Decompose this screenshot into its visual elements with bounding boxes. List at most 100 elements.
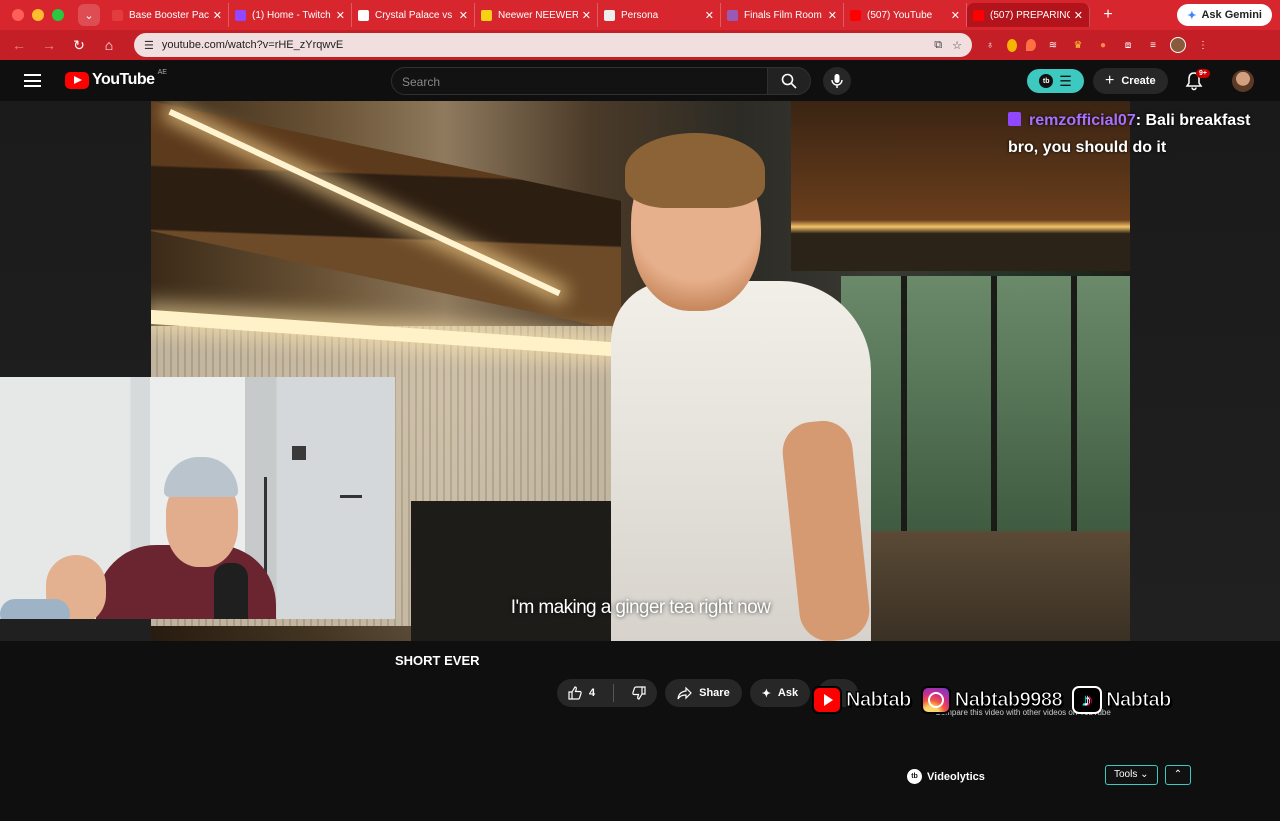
bookmark-star-icon[interactable]: ☆ [952,39,962,52]
foreground-object [0,599,70,619]
instagram-handle-text: Nabtab9988 [954,688,1063,711]
browser-tab-strip: ⌄ Base Booster Pac ✕ (1) Home - Twitch ✕ Cry… [0,0,1280,30]
tab-title: Finals Film Room [744,9,822,21]
youtube-logo-icon [812,686,842,714]
browser-tab[interactable]: Neewer NEEWER ✕ [475,3,598,27]
profile-avatar[interactable] [1170,37,1186,53]
thumbs-down-icon [632,686,646,700]
extension-crown-icon[interactable]: ♛ [1070,37,1086,53]
forward-arrow-icon[interactable]: → [38,37,60,53]
like-button[interactable]: 4 [557,679,606,707]
search-input[interactable]: Search [391,67,768,95]
notification-count-badge: 9+ [1196,69,1210,78]
tab-close-icon[interactable]: ✕ [213,9,222,22]
ask-gemini-label: Ask Gemini [1201,9,1262,21]
site-info-icon[interactable]: ☰ [144,39,154,52]
tab-favicon-icon [235,9,246,21]
browser-tab[interactable]: Base Booster Pac ✕ [106,3,229,27]
tools-dropdown[interactable]: Tools ⌄ [1105,765,1158,785]
chevron-down-icon: ⌄ [1140,769,1149,780]
browser-tab[interactable]: Persona ✕ [598,3,721,27]
extensions-row: ♁ ≋ ♛ ● ⧈ ≡ ⋮ [982,30,1211,60]
account-avatar[interactable] [1232,70,1254,92]
browser-tab[interactable]: Crystal Palace vs ✕ [352,3,475,27]
videolytics-header-button[interactable]: tb ☰ [1027,69,1084,93]
tab-close-icon[interactable]: ✕ [951,9,960,22]
tab-close-icon[interactable]: ✕ [582,9,591,22]
tab-title: Persona [621,9,659,21]
streamer-webcam [0,377,395,619]
chat-username: remzofficial07 [1029,112,1136,129]
browser-tab[interactable]: (1) Home - Twitch ✕ [229,3,352,27]
browser-tab[interactable]: Finals Film Room ✕ [721,3,844,27]
minimize-window-button[interactable] [32,9,44,21]
new-tab-button[interactable]: + [1098,6,1118,24]
extensions-puzzle-icon[interactable]: ⧈ [1120,37,1136,53]
tab-favicon-icon [850,9,861,21]
twitch-icon [1008,112,1021,126]
create-button[interactable]: + Create [1093,68,1168,94]
youtube-handle-text: Nabtab [846,688,912,711]
browser-tab[interactable]: (507) YouTube ✕ [844,3,967,27]
tab-favicon-icon [358,9,369,21]
tab-favicon-icon [604,9,615,21]
dislike-button[interactable] [621,679,657,707]
browser-menu-icon[interactable]: ⋮ [1195,37,1211,53]
instagram-handle: Nabtab9988 [920,686,1063,714]
voice-search-button[interactable] [823,67,851,95]
share-button[interactable]: Share [665,679,742,707]
ask-gemini-button[interactable]: ✦ Ask Gemini [1177,4,1272,26]
extension-shield-icon[interactable] [1007,38,1017,52]
home-icon[interactable]: ⌂ [98,37,120,53]
tiktok-logo-icon: ♪ [1072,686,1103,714]
media-controls-icon[interactable]: ≡ [1145,37,1161,53]
close-window-button[interactable] [12,9,24,21]
video-person [611,133,873,641]
tiktok-handle-text: Nabtab [1106,688,1172,711]
maximize-window-button[interactable] [52,9,64,21]
door-handle [340,495,362,498]
reload-icon[interactable]: ↻ [68,37,90,54]
ask-button[interactable]: ✦ Ask [749,679,811,707]
create-label: Create [1121,75,1156,87]
browser-tab[interactable]: (507) PREPARING ✕ [967,3,1090,27]
tab-close-icon[interactable]: ✕ [705,9,714,22]
tab-close-icon[interactable]: ✕ [336,9,345,22]
address-bar[interactable]: ☰ youtube.com/watch?v=rHE_zYrqwvE ⧉ ☆ [134,33,972,57]
back-arrow-icon[interactable]: ← [8,37,30,53]
videolytics-logo-icon: tb [907,769,922,784]
menu-lines-icon: ☰ [1059,72,1072,89]
extension-bulb-icon[interactable]: ♁ [982,37,998,53]
wall-switch [292,446,306,460]
tab-favicon-icon [112,9,123,21]
search-button[interactable] [767,67,811,95]
extension-pepper-icon[interactable]: ● [1095,37,1111,53]
videolytics-header: tb Videolytics [907,769,985,784]
youtube-handle: Nabtab [812,686,912,714]
tab-favicon-icon [481,9,492,21]
url-text[interactable]: youtube.com/watch?v=rHE_zYrqwvE [162,39,924,51]
country-code: AE [157,68,167,76]
like-dislike-group: 4 [557,679,658,707]
tab-close-icon[interactable]: ✕ [1074,9,1083,22]
videolytics-name: Videolytics [927,770,985,783]
instagram-logo-icon [920,686,951,714]
youtube-logo[interactable]: YouTube AE [65,68,167,89]
tab-title: Crystal Palace vs [375,9,453,21]
install-app-icon[interactable]: ⧉ [934,39,942,52]
collapse-chevron-up-icon[interactable]: ⌃ [1165,765,1191,785]
thumbs-up-icon [568,686,582,700]
extension-drop-icon[interactable] [1026,39,1036,51]
stage-right-panel [1130,101,1280,641]
window-controls [12,9,64,21]
tab-close-icon[interactable]: ✕ [828,9,837,22]
tab-favicon-icon [727,9,738,21]
tab-title: Neewer NEEWER [498,9,578,21]
guide-menu-icon[interactable] [24,74,41,87]
tab-search-dropdown-icon[interactable]: ⌄ [78,4,100,26]
extension-waves-icon[interactable]: ≋ [1045,37,1061,53]
microphone-icon [831,74,843,88]
tools-label: Tools [1114,769,1138,780]
tab-close-icon[interactable]: ✕ [459,9,468,22]
sparkle-icon: ✦ [761,687,771,700]
